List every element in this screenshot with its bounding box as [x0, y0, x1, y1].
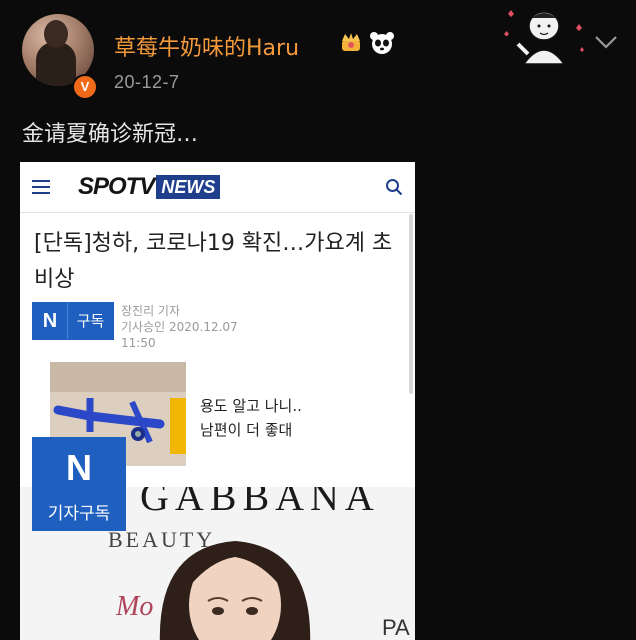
logo-spotv-text: SPOTV [78, 173, 155, 200]
crown-icon [342, 33, 360, 51]
published-date: 기사승인 2020.12.07 [121, 320, 238, 334]
post-caption: 金请夏确诊新冠… [22, 122, 199, 147]
username[interactable]: 草莓牛奶味的Haru [114, 30, 299, 62]
panda-icon [370, 32, 394, 54]
reporter-subscribe-label: 기자구독 [47, 504, 111, 524]
sticker-decoration-icon [504, 10, 584, 65]
n-logo-icon: N [33, 303, 67, 339]
post-date: 20-12-7 [114, 72, 180, 92]
ad-line-1: 용도 알고 나니.. [200, 397, 302, 415]
verified-badge-icon: V [72, 74, 98, 100]
logo-news-text: NEWS [156, 175, 221, 199]
photo-brand-text: GABBANA [140, 487, 380, 519]
photo-script-text: Mo [116, 591, 154, 622]
article-headline: [단독]청하, 코로나19 확진…가요계 초비상 [34, 231, 393, 292]
menu-icon[interactable] [32, 180, 50, 194]
scrollbar[interactable] [409, 214, 413, 394]
ad-line-2: 남편이 더 좋대 [200, 421, 293, 439]
subscribe-label: 구독 [67, 303, 113, 339]
subscribe-button[interactable]: N 구독 [32, 302, 114, 340]
article-topbar: SPOTV NEWS [20, 162, 415, 213]
search-icon[interactable] [385, 178, 403, 196]
n-logo-icon: N [66, 447, 92, 488]
published-time: 11:50 [121, 336, 156, 350]
portrait-illustration [159, 541, 311, 640]
chevron-down-icon[interactable] [594, 34, 618, 52]
ad-text[interactable]: 용도 알고 나니.. 남편이 더 좋대 [200, 394, 302, 442]
article-byline: 장진리 기자 기사승인 2020.12.07 11:50 [121, 303, 238, 351]
spotv-news-logo[interactable]: SPOTV NEWS [78, 173, 221, 200]
post-header: V 草莓牛奶味的Haru 20-12-7 [0, 0, 636, 110]
reporter-name: 장진리 기자 [121, 304, 181, 318]
photo-pa-text: PA [382, 615, 410, 640]
reporter-subscribe-button[interactable]: N 기자구독 [32, 437, 126, 531]
embedded-article-screenshot[interactable]: SPOTV NEWS [단독]청하, 코로나19 확진…가요계 초비상 N 구독… [20, 162, 415, 640]
